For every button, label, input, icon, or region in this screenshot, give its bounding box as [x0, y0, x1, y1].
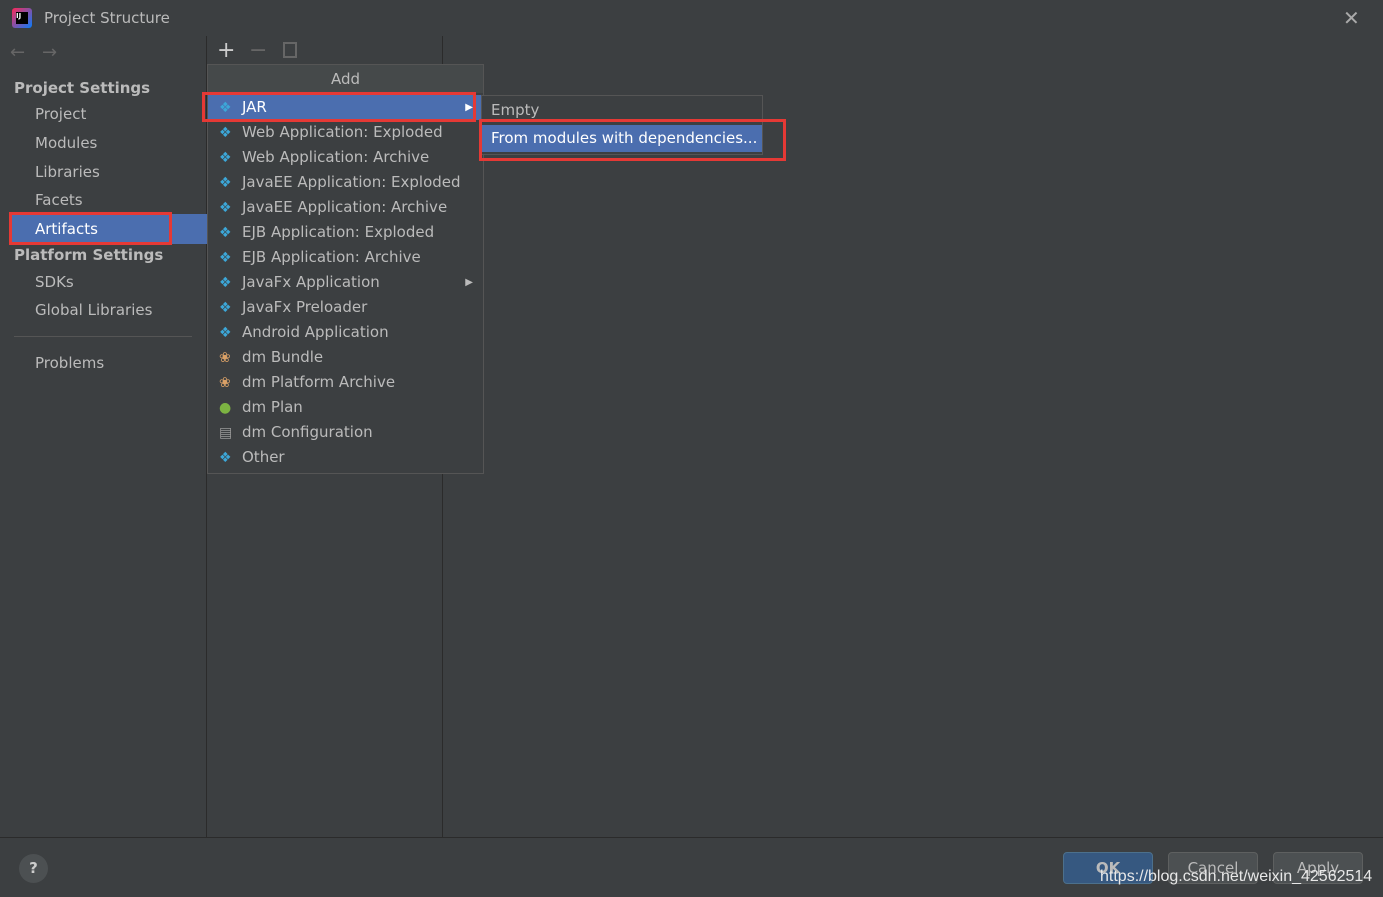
copy-icon[interactable]	[283, 42, 297, 58]
javaee-icon: ❖	[219, 200, 232, 216]
menu-item-dm-platform-archive[interactable]: ❀ dm Platform Archive	[208, 370, 483, 395]
javafx-icon: ❖	[219, 300, 232, 316]
dm-bundle-icon: ❀	[219, 350, 231, 366]
menu-item-web-application-archive[interactable]: ❖ Web Application: Archive	[208, 145, 483, 170]
ejb-icon: ❖	[219, 225, 232, 241]
menu-item-label: Android Application	[242, 323, 389, 341]
dm-config-icon: ▤	[219, 425, 233, 441]
title-bar: IJ Project Structure ✕	[0, 0, 1383, 36]
menu-item-label: EJB Application: Archive	[242, 248, 421, 266]
menu-item-other[interactable]: ❖ Other	[208, 445, 483, 470]
close-icon[interactable]: ✕	[1343, 6, 1360, 30]
web-app-icon: ❖	[219, 125, 232, 141]
sidebar: ← →	[0, 36, 207, 837]
menu-item-dm-bundle[interactable]: ❀ dm Bundle	[208, 345, 483, 370]
menu-title: Add	[208, 65, 483, 93]
menu-item-label: dm Plan	[242, 398, 303, 416]
forward-arrow-icon[interactable]: →	[42, 42, 57, 63]
highlight-artifacts	[9, 212, 172, 245]
menu-item-label: JavaEE Application: Archive	[242, 198, 448, 216]
menu-item-label: Other	[242, 448, 285, 466]
javaee-icon: ❖	[219, 175, 232, 191]
menu-item-javaee-application-exploded[interactable]: ❖ JavaEE Application: Exploded	[208, 170, 483, 195]
sidebar-item-modules[interactable]: Modules	[35, 134, 97, 152]
menu-item-label: Web Application: Archive	[242, 148, 430, 166]
help-button[interactable]: ?	[19, 854, 48, 883]
intellij-logo-icon: IJ	[12, 8, 32, 28]
menu-item-javafx-preloader[interactable]: ❖ JavaFx Preloader	[208, 295, 483, 320]
sidebar-item-global-libraries[interactable]: Global Libraries	[35, 301, 152, 319]
highlight-jar	[202, 92, 476, 122]
add-icon[interactable]: +	[217, 38, 235, 63]
menu-item-label: JavaFx Preloader	[242, 298, 368, 316]
dm-plan-icon: ●	[219, 400, 232, 416]
window-title: Project Structure	[44, 9, 170, 27]
watermark: https://blog.csdn.net/weixin_42562514	[1100, 868, 1373, 885]
menu-item-dm-plan[interactable]: ● dm Plan	[208, 395, 483, 420]
menu-item-javafx-application[interactable]: ❖ JavaFx Application ▶	[208, 270, 483, 295]
menu-item-label: dm Bundle	[242, 348, 324, 366]
sidebar-item-problems[interactable]: Problems	[35, 354, 104, 372]
artifact-icon: ❖	[219, 450, 232, 466]
menu-item-label: dm Platform Archive	[242, 373, 396, 391]
dm-archive-icon: ❀	[219, 375, 231, 391]
remove-icon[interactable]: −	[249, 38, 267, 63]
menu-item-label: EJB Application: Exploded	[242, 223, 435, 241]
sidebar-item-project[interactable]: Project	[35, 105, 86, 123]
divider	[14, 336, 192, 337]
sidebar-item-libraries[interactable]: Libraries	[35, 163, 100, 181]
menu-item-label: JavaFx Application	[242, 273, 380, 291]
sidebar-item-sdks[interactable]: SDKs	[35, 273, 74, 291]
menu-item-label: Web Application: Exploded	[242, 123, 443, 141]
ejb-icon: ❖	[219, 250, 232, 266]
submenu-arrow-icon: ▶	[465, 277, 473, 288]
web-app-icon: ❖	[219, 150, 232, 166]
add-menu: Add ❖ JAR ▶ ❖ Web Application: Exploded ❖ Web …	[207, 64, 484, 474]
menu-item-ejb-application-archive[interactable]: ❖ EJB Application: Archive	[208, 245, 483, 270]
back-arrow-icon[interactable]: ←	[10, 42, 25, 63]
menu-item-label: JavaEE Application: Exploded	[242, 173, 461, 191]
highlight-from-modules	[479, 119, 786, 161]
sidebar-item-facets[interactable]: Facets	[35, 191, 83, 209]
menu-item-javaee-application-archive[interactable]: ❖ JavaEE Application: Archive	[208, 195, 483, 220]
menu-item-ejb-application-exploded[interactable]: ❖ EJB Application: Exploded	[208, 220, 483, 245]
menu-item-android-application[interactable]: ❖ Android Application	[208, 320, 483, 345]
menu-item-web-application-exploded[interactable]: ❖ Web Application: Exploded	[208, 120, 483, 145]
platform-settings-header: Platform Settings	[14, 246, 164, 264]
menu-item-dm-configuration[interactable]: ▤ dm Configuration	[208, 420, 483, 445]
android-icon: ❖	[219, 325, 232, 341]
javafx-icon: ❖	[219, 275, 232, 291]
project-settings-header: Project Settings	[14, 79, 151, 97]
menu-item-label: dm Configuration	[242, 423, 373, 441]
